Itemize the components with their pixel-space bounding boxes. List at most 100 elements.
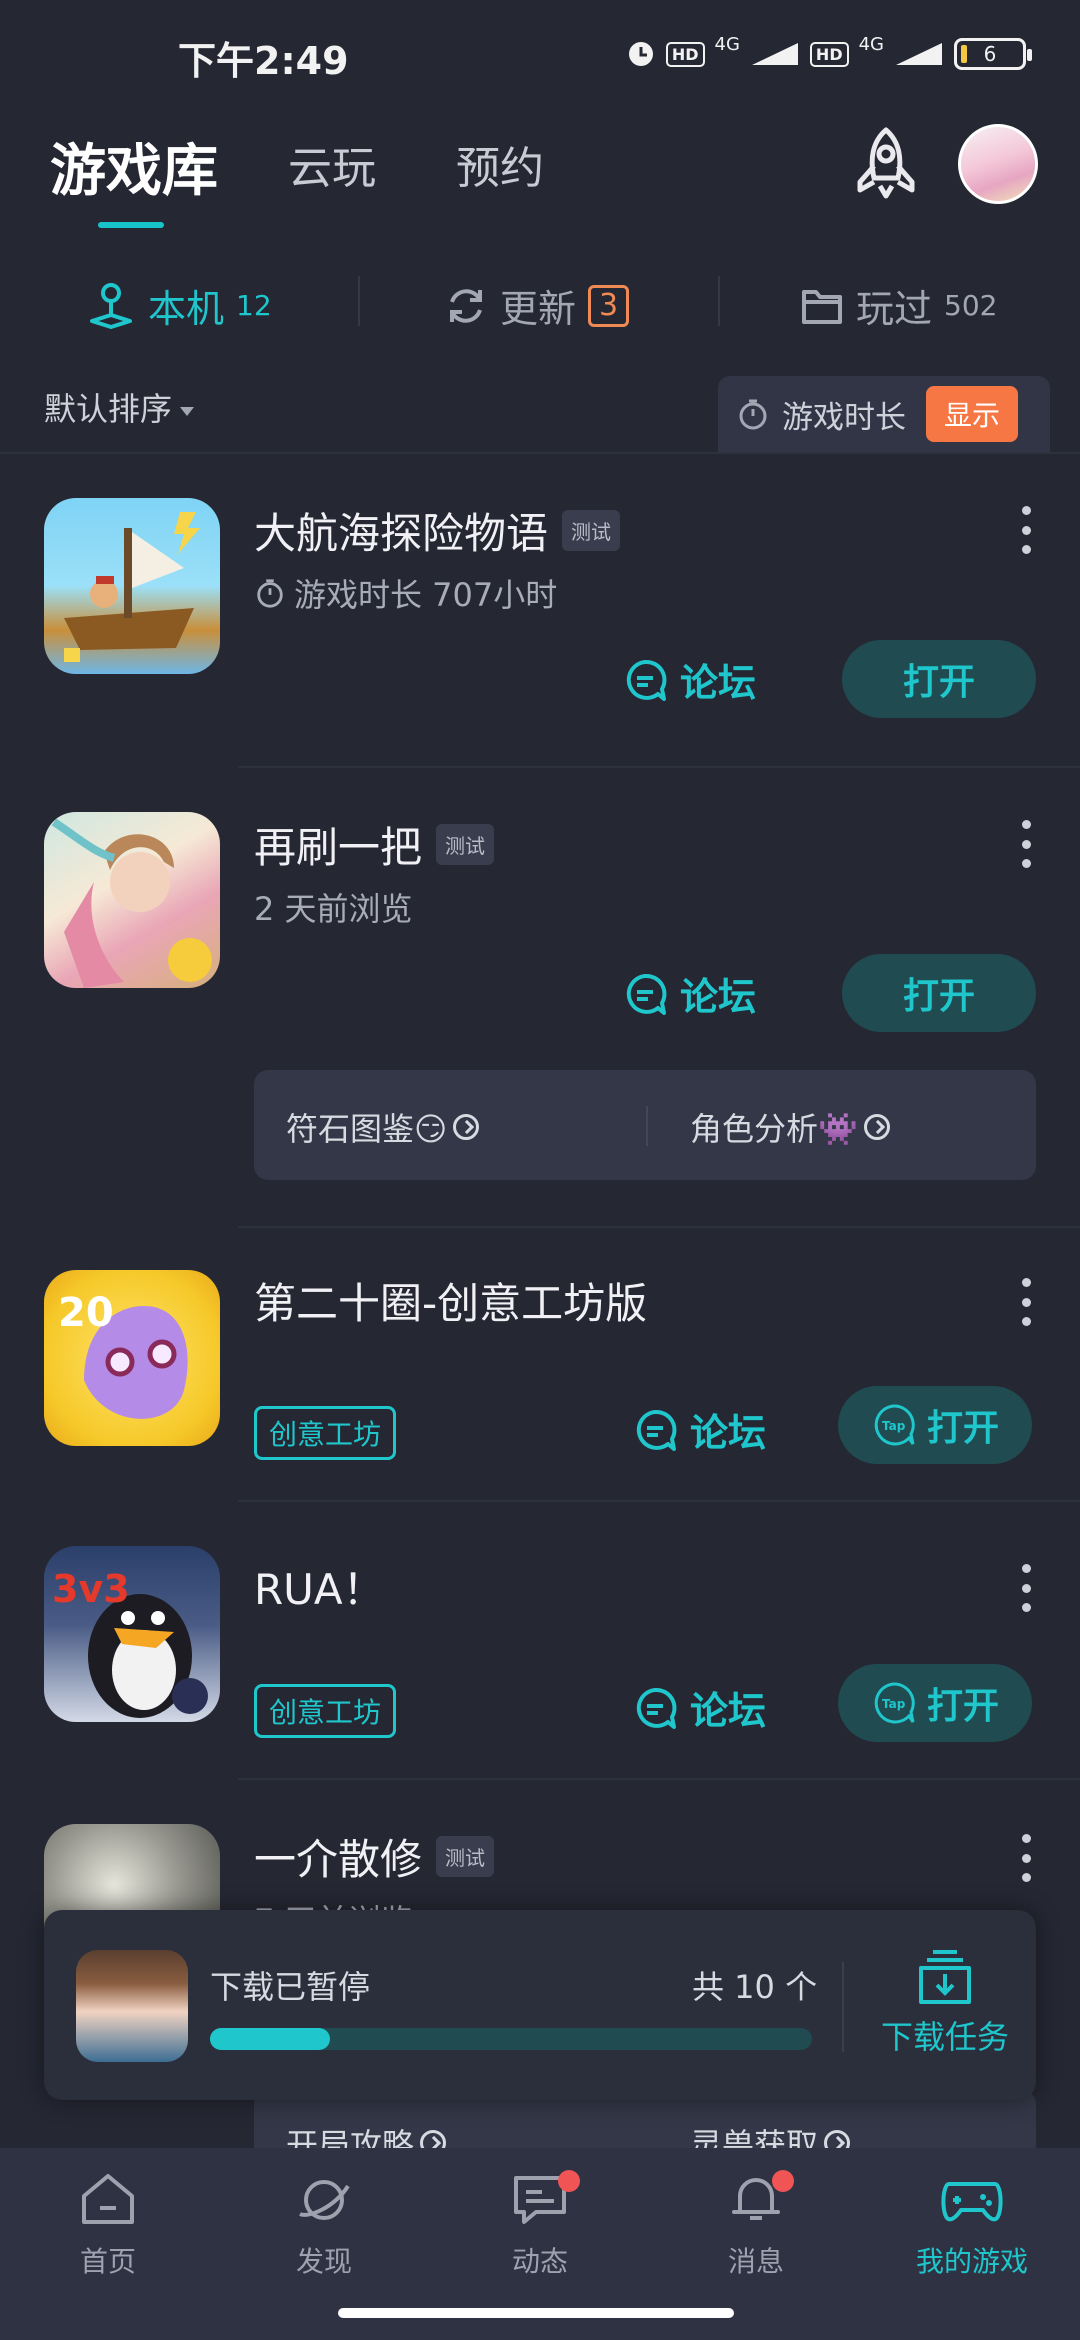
workshop-tag: 创意工坊 — [254, 1684, 397, 1738]
quick-link[interactable]: 符石图鉴😏 — [286, 1104, 480, 1150]
test-tag: 测试 — [562, 510, 621, 551]
more-options-icon[interactable] — [1016, 820, 1036, 868]
open-game-button[interactable]: 打开 — [842, 640, 1036, 718]
sort-dropdown[interactable]: 默认排序 — [44, 384, 195, 430]
game-title-text: 第二十圈-创意工坊版 — [254, 1279, 648, 1328]
svg-text:Tap: Tap — [882, 1419, 906, 1433]
home-indicator[interactable] — [338, 2308, 734, 2318]
forum-label: 论坛 — [690, 1689, 767, 1733]
battery-level: 6 — [983, 42, 997, 66]
nav-messages[interactable]: 消息 — [676, 2170, 836, 2280]
download-status: 下载已暂停 — [210, 1968, 371, 2006]
open-game-button[interactable]: 打开 — [842, 954, 1036, 1032]
nav-label: 发现 — [295, 2245, 352, 2278]
game-title[interactable]: 一介散修 测试 — [254, 1826, 495, 1887]
subtab-played-label: 玩过 — [856, 287, 933, 331]
forum-button[interactable]: 论坛 — [632, 1680, 766, 1735]
forum-label: 论坛 — [690, 1411, 767, 1455]
user-avatar[interactable] — [958, 124, 1038, 204]
download-tray-icon — [919, 1950, 971, 2004]
subtab-updates-label: 更新 — [500, 287, 577, 331]
network-label: 4G — [858, 33, 884, 55]
subtab-played[interactable]: 玩过 502 — [800, 278, 997, 333]
play-duration-toggle[interactable]: 游戏时长 显示 — [718, 376, 1050, 452]
battery-icon: 6 — [954, 38, 1032, 70]
download-panel[interactable]: 下载已暂停 共 10 个 下载任务 — [44, 1910, 1036, 2100]
forum-button[interactable]: 论坛 — [622, 966, 756, 1021]
nav-label: 首页 — [79, 2245, 136, 2278]
game-title[interactable]: 第二十圈-创意工坊版 — [254, 1270, 647, 1331]
download-tasks-label: 下载任务 — [880, 2018, 1009, 2056]
game-title[interactable]: 大航海探险物语 测试 — [254, 500, 621, 561]
test-tag: 测试 — [436, 1836, 495, 1877]
tap-logo-icon: Tap — [874, 1682, 915, 1724]
open-game-button[interactable]: Tap 打开 — [838, 1386, 1032, 1464]
quick-link[interactable]: 角色分析👾 — [690, 1104, 890, 1150]
game-subtitle: 游戏时长 707小时 — [254, 570, 557, 616]
divider — [238, 1500, 1080, 1502]
game-title[interactable]: 再刷一把 测试 — [254, 814, 495, 875]
subtab-local-count: 12 — [236, 289, 272, 322]
game-icon[interactable]: 20 — [44, 1270, 220, 1446]
status-icons: HD 4G HD 4G 6 — [626, 34, 1032, 70]
game-icon[interactable] — [44, 812, 220, 988]
hd-badge: HD — [665, 41, 705, 67]
chevron-right-icon — [453, 1114, 480, 1140]
nav-label: 我的游戏 — [915, 2245, 1028, 2278]
status-bar: 下午2:49 HD 4G HD 4G 6 — [0, 0, 1080, 110]
more-options-icon[interactable] — [1016, 1834, 1036, 1882]
forum-icon — [626, 973, 667, 1015]
open-game-button[interactable]: Tap 打开 — [838, 1664, 1032, 1742]
nav-my-games[interactable]: 我的游戏 — [892, 2170, 1052, 2280]
signal-icon — [751, 43, 798, 65]
folder-icon — [802, 289, 842, 324]
subtab-local-label: 本机 — [148, 287, 225, 331]
subtab-updates[interactable]: 更新 3 — [444, 278, 630, 333]
svg-text:3v3: 3v3 — [52, 1567, 130, 1611]
divider — [842, 1962, 844, 2052]
nav-feed[interactable]: 动态 — [460, 2170, 620, 2280]
nav-discover[interactable]: 发现 — [244, 2170, 404, 2280]
planet-icon — [299, 2180, 350, 2220]
alarm-icon — [628, 42, 653, 66]
quick-links: 符石图鉴😏 角色分析👾 — [254, 1070, 1036, 1180]
game-title-text: 大航海探险物语 — [254, 509, 549, 558]
update-count-badge: 3 — [588, 284, 630, 327]
open-label: 打开 — [926, 1408, 999, 1449]
last-viewed: 2 天前浏览 — [254, 890, 413, 928]
forum-icon — [626, 659, 667, 701]
game-icon[interactable] — [44, 498, 220, 674]
hd-badge: HD — [809, 41, 849, 67]
forum-label: 论坛 — [680, 661, 757, 705]
nav-label: 消息 — [727, 2245, 784, 2278]
rocket-icon[interactable] — [850, 126, 922, 202]
divider — [238, 766, 1080, 768]
svg-text:Tap: Tap — [882, 1697, 906, 1711]
game-title-text: 一介散修 — [254, 1835, 423, 1884]
more-options-icon[interactable] — [1016, 1564, 1036, 1612]
tab-game-library[interactable]: 游戏库 — [50, 126, 218, 207]
game-playtime: 游戏时长 707小时 — [294, 576, 558, 614]
download-count: 共 10 个 — [692, 1968, 818, 2006]
caret-down-icon — [180, 406, 195, 416]
forum-button[interactable]: 论坛 — [622, 652, 756, 707]
game-subtitle: 2 天前浏览 — [254, 884, 413, 930]
download-game-icon — [76, 1950, 188, 2062]
divider — [718, 276, 720, 326]
subtab-local[interactable]: 本机 12 — [86, 278, 272, 333]
nav-home[interactable]: 首页 — [28, 2170, 188, 2280]
game-icon[interactable]: 3v3 — [44, 1546, 220, 1722]
show-duration-button[interactable]: 显示 — [926, 386, 1019, 442]
more-options-icon[interactable] — [1016, 1278, 1036, 1326]
tab-reservation[interactable]: 预约 — [456, 132, 544, 196]
forum-button[interactable]: 论坛 — [632, 1402, 766, 1457]
more-options-icon[interactable] — [1016, 506, 1036, 554]
timer-icon — [257, 579, 283, 608]
notification-dot — [772, 2170, 794, 2192]
download-tasks-button[interactable]: 下载任务 — [870, 1946, 1020, 2058]
timer-icon — [739, 399, 767, 430]
nav-label: 动态 — [511, 2245, 568, 2278]
tab-cloud-play[interactable]: 云玩 — [288, 132, 376, 196]
game-title[interactable]: RUA！ — [254, 1556, 385, 1617]
quick-link-label: 符石图鉴😏 — [286, 1110, 448, 1148]
